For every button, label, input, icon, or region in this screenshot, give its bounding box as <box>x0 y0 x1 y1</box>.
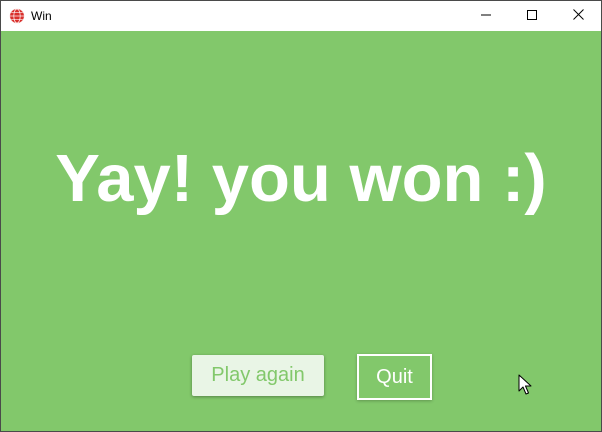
minimize-button[interactable] <box>463 1 509 31</box>
game-over-panel: Yay! you won :) Play again Quit <box>1 31 601 431</box>
title-bar[interactable]: Win <box>1 1 601 31</box>
app-window: Win Yay! you won :) Play again Quit <box>0 0 602 432</box>
win-message: Yay! you won :) <box>55 141 547 216</box>
minimize-icon <box>481 7 491 25</box>
window-title: Win <box>31 9 52 23</box>
quit-button[interactable]: Quit <box>357 354 432 400</box>
close-icon <box>572 7 584 25</box>
globe-icon <box>9 8 25 24</box>
maximize-button[interactable] <box>509 1 555 31</box>
maximize-icon <box>527 7 537 25</box>
play-again-button[interactable]: Play again <box>192 355 324 396</box>
mouse-pointer-icon <box>518 374 532 396</box>
close-button[interactable] <box>555 1 601 31</box>
